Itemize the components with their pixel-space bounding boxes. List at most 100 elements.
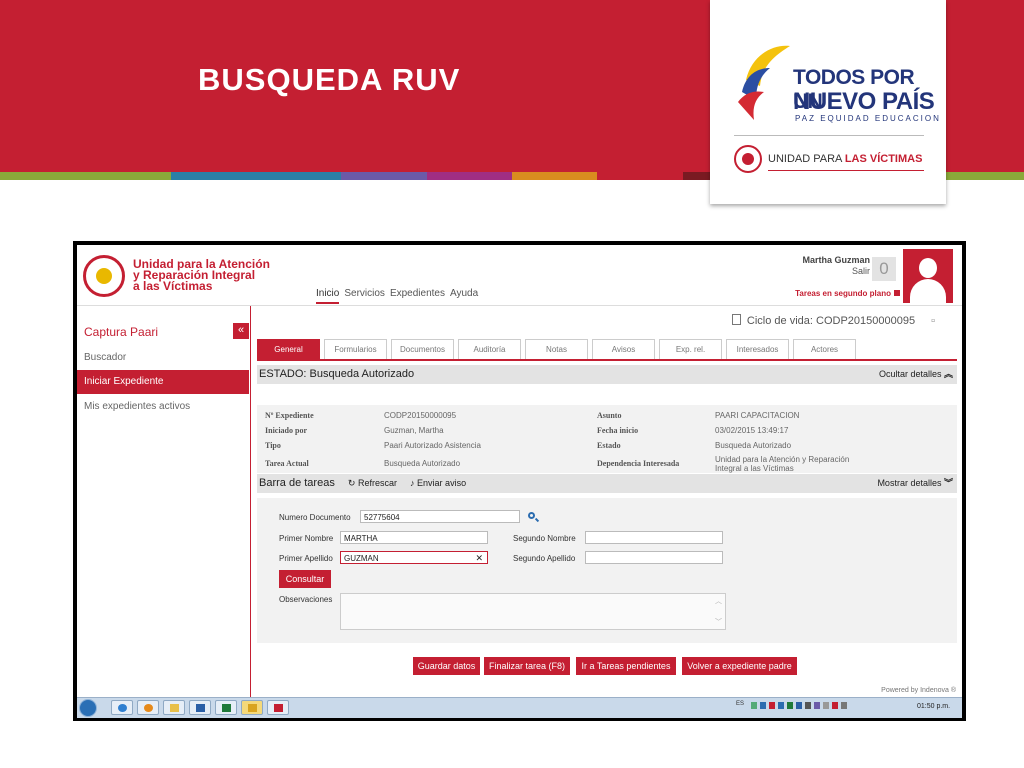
color-strip-segment: [0, 172, 86, 180]
tab-exp-rel[interactable]: Exp. rel.: [659, 339, 722, 359]
search-form: Numero Documento 52775604 Primer Nombre …: [257, 498, 957, 643]
first-name-input[interactable]: MARTHA: [340, 531, 488, 544]
sidebar-item-iniciar-expediente[interactable]: Iniciar Expediente: [77, 370, 249, 394]
nav-expedientes[interactable]: Expedientes: [390, 288, 445, 304]
color-strip-segment: [938, 172, 1024, 180]
observations-label: Observaciones: [279, 595, 333, 604]
pdf-icon[interactable]: [267, 700, 289, 715]
notification-count[interactable]: 0: [872, 257, 896, 281]
explorer-icon[interactable]: [241, 700, 263, 715]
color-strip-segment: [426, 172, 512, 180]
status-bar: ESTADO: Busqueda Autorizado Ocultar deta…: [257, 365, 957, 384]
logout-link[interactable]: Salir: [852, 266, 870, 276]
start-button-icon[interactable]: [79, 699, 97, 717]
first-surname-label: Primer Apellido: [279, 554, 333, 563]
nav-servicios[interactable]: Servicios: [344, 288, 385, 304]
tab-auditoria[interactable]: Auditoría: [458, 339, 521, 359]
color-strip-segment: [170, 172, 256, 180]
consult-button[interactable]: Consultar: [279, 570, 331, 588]
scroll-up-icon[interactable]: ︿: [715, 596, 722, 606]
nav-ayuda[interactable]: Ayuda: [450, 288, 478, 304]
sidebar-item-buscador[interactable]: Buscador: [77, 346, 249, 370]
logo-card: TODOS POR UN NUEVO PAÍS PAZ EQUIDAD EDUC…: [710, 0, 946, 204]
lifecycle-label[interactable]: Ciclo de vida: CODP20150000095 ▫: [731, 314, 935, 327]
detail-value: Unidad para la Atención y Reparación Int…: [715, 455, 850, 473]
send-notice-button[interactable]: ♪ Enviar aviso: [410, 474, 466, 493]
outlook-icon[interactable]: [189, 700, 211, 715]
tab-general[interactable]: General: [257, 339, 320, 359]
detail-label: Tipo: [265, 441, 281, 450]
tab-avisos[interactable]: Avisos: [592, 339, 655, 359]
sidebar-title: Captura Paari: [84, 325, 159, 339]
folder-icon[interactable]: [163, 700, 185, 715]
details-panel: Nº Expediente CODP20150000095 Iniciado p…: [257, 405, 957, 473]
observations-textarea[interactable]: ︿ ﹀: [340, 593, 726, 630]
status-title: ESTADO: Busqueda Autorizado: [259, 368, 415, 380]
detail-value: PAARI CAPACITACION: [715, 411, 800, 420]
bell-icon: ♪: [410, 478, 415, 488]
color-strip-segment: [511, 172, 598, 180]
tab-bar: General Formularios Documentos Auditoría…: [257, 337, 957, 361]
doc-number-input[interactable]: 52775604: [360, 510, 520, 523]
refresh-button[interactable]: ↻ Refrescar: [348, 474, 397, 493]
detail-label: Nº Expediente: [265, 411, 314, 420]
tab-actores[interactable]: Actores: [793, 339, 856, 359]
logo-divider: [734, 135, 924, 136]
scroll-down-icon[interactable]: ﹀: [715, 617, 722, 627]
slide-title: BUSQUEDA RUV: [198, 62, 461, 97]
task-bar-section: Barra de tareas ↻ Refrescar ♪ Enviar avi…: [257, 474, 957, 493]
screenshot-frame: Unidad para la Atención y Reparación Int…: [73, 241, 966, 721]
back-to-parent-button[interactable]: Volver a expediente padre: [682, 657, 797, 675]
collapse-sidebar-button[interactable]: «: [233, 323, 249, 339]
logo-tagline: PAZ EQUIDAD EDUCACION: [795, 114, 941, 123]
detail-label: Tarea Actual: [265, 459, 309, 468]
background-tasks-link[interactable]: Tareas en segundo plano: [795, 289, 900, 298]
clock[interactable]: 01:50 p.m.: [917, 703, 950, 710]
detail-value: 03/02/2015 13:49:17: [715, 426, 789, 435]
color-strip-segment: [255, 172, 342, 180]
language-indicator[interactable]: ES: [736, 701, 744, 707]
excel-icon[interactable]: [215, 700, 237, 715]
tab-formularios[interactable]: Formularios: [324, 339, 387, 359]
detail-value: Guzman, Martha: [384, 426, 444, 435]
nav-inicio[interactable]: Inicio: [316, 288, 340, 304]
powered-by: Powered by Indenova ®: [881, 687, 956, 694]
task-bar-title: Barra de tareas ↻ Refrescar ♪ Enviar avi…: [259, 474, 466, 493]
chevron-up-icon: ︽: [943, 369, 953, 379]
detail-label: Fecha inicio: [597, 426, 639, 435]
second-name-input[interactable]: [585, 531, 723, 544]
detail-label: Estado: [597, 441, 621, 450]
logo-text-line2: NUEVO PAÍS: [793, 88, 935, 115]
document-icon: [731, 314, 741, 325]
detail-value: Paari Autorizado Asistencia: [384, 441, 481, 450]
sidebar-item-mis-expedientes[interactable]: Mis expedientes activos: [77, 395, 249, 419]
first-name-label: Primer Nombre: [279, 534, 334, 543]
hide-details-toggle[interactable]: Ocultar detalles ︽: [879, 365, 953, 384]
search-icon[interactable]: [528, 512, 535, 519]
show-details-toggle[interactable]: Mostrar detalles ︾: [877, 474, 953, 493]
detail-label: Dependencia Interesada: [597, 459, 680, 468]
user-avatar-icon[interactable]: [903, 249, 953, 303]
doc-number-label: Numero Documento: [279, 513, 351, 522]
sidebar: Captura Paari « Buscador Iniciar Expedie…: [77, 306, 251, 697]
finish-task-button[interactable]: Finalizar tarea (F8): [484, 657, 570, 675]
ie-icon[interactable]: [111, 700, 133, 715]
refresh-icon: ↻: [347, 478, 356, 488]
tab-interesados[interactable]: Interesados: [726, 339, 789, 359]
media-icon[interactable]: [137, 700, 159, 715]
pending-tasks-button[interactable]: Ir a Tareas pendientes: [576, 657, 676, 675]
detail-value: Busqueda Autorizado: [715, 441, 792, 450]
main-content: Ciclo de vida: CODP20150000095 ▫ General …: [257, 306, 957, 697]
unit-underline: [768, 170, 924, 171]
chevron-down-icon: ︾: [943, 478, 953, 488]
tab-documentos[interactable]: Documentos: [391, 339, 454, 359]
detail-label: Iniciado por: [265, 426, 308, 435]
detail-value: CODP20150000095: [384, 411, 457, 420]
tab-notas[interactable]: Notas: [525, 339, 588, 359]
clear-icon[interactable]: ✕: [475, 552, 483, 565]
os-taskbar: ES 01:50 p.m.: [77, 697, 962, 718]
save-data-button[interactable]: Guardar datos: [413, 657, 480, 675]
color-strip-segment: [597, 172, 683, 180]
second-surname-input[interactable]: [585, 551, 723, 564]
first-surname-input[interactable]: GUZMAN ✕: [340, 551, 488, 564]
